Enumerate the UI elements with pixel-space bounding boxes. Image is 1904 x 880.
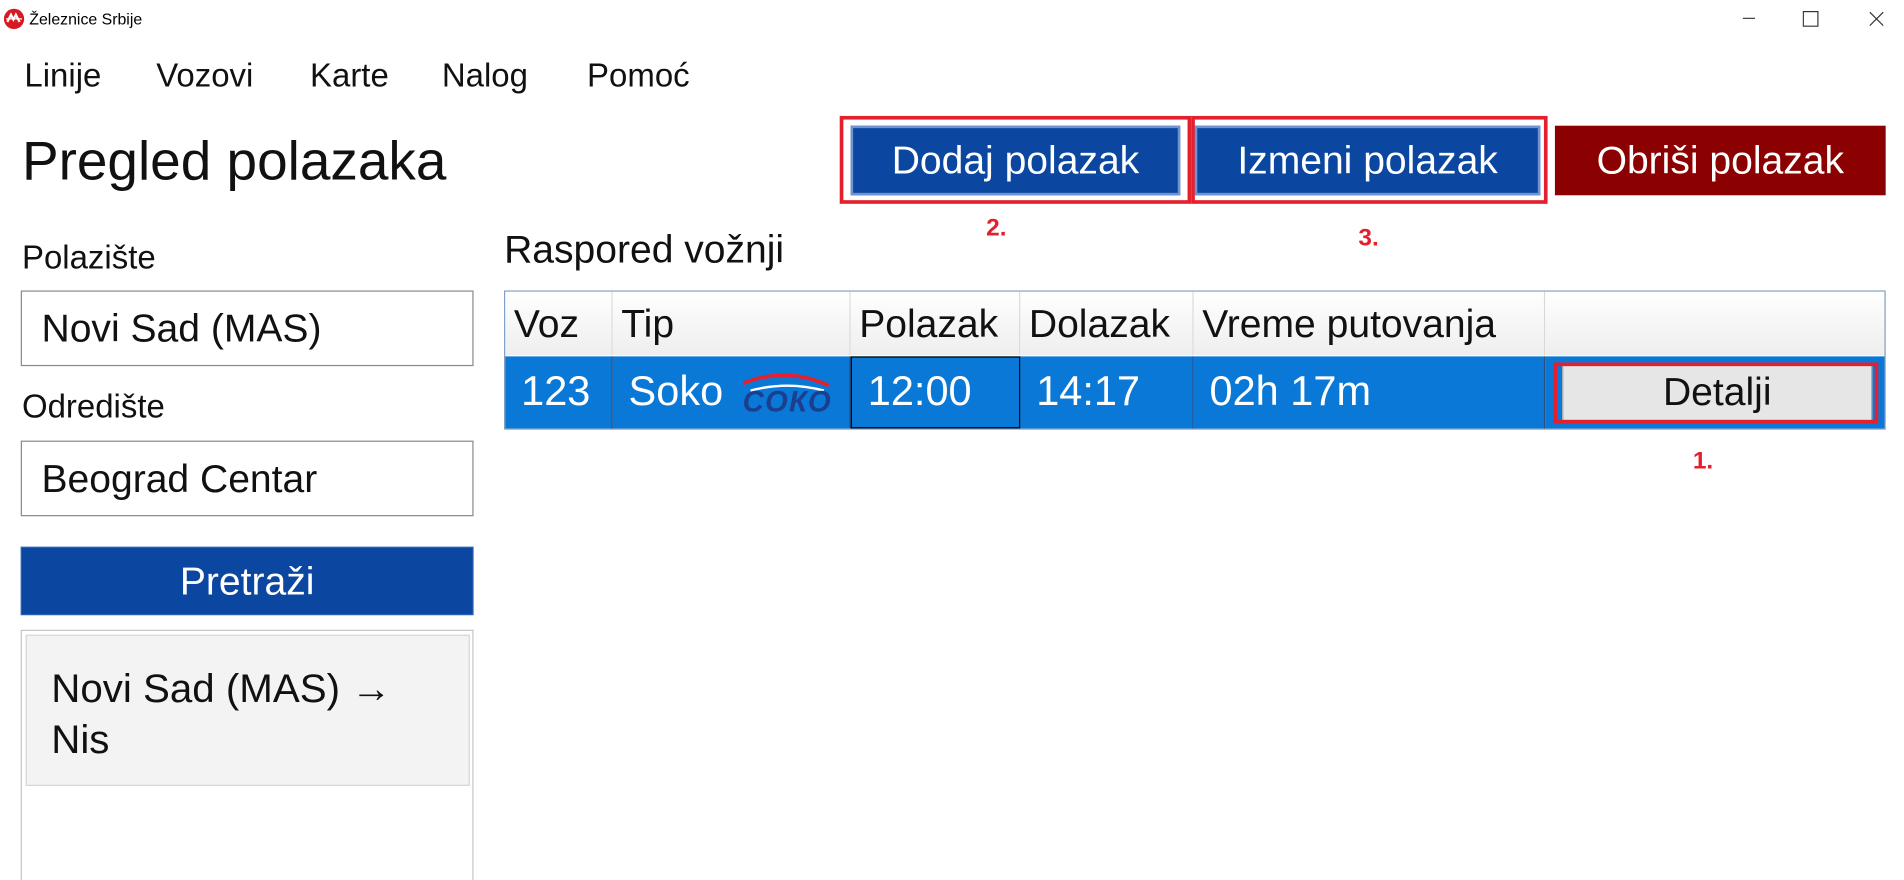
column-header-duration[interactable]: Vreme putovanja [1193, 291, 1546, 356]
destination-label: Odredište [21, 388, 165, 425]
cell-duration[interactable]: 02h 17m [1193, 356, 1546, 429]
train-type-text: Soko [628, 368, 724, 415]
cell-departure[interactable]: 12:00 [850, 356, 1021, 429]
column-header-train[interactable]: Voz [505, 291, 613, 356]
menu-item-pomoc[interactable]: Pomoć [587, 57, 690, 95]
annotation-number-3: 3. [1358, 224, 1379, 252]
close-icon[interactable] [1848, 0, 1904, 37]
soko-logo-text: СОКО [742, 385, 832, 419]
column-header-arrival[interactable]: Dolazak [1020, 291, 1194, 356]
menu-item-karte[interactable]: Karte [310, 57, 389, 95]
schedule-title: Raspored vožnji [504, 227, 785, 271]
cell-train[interactable]: 123 [505, 356, 613, 429]
maximize-icon[interactable] [1782, 0, 1838, 37]
cell-type[interactable]: Soko СОКО [612, 356, 851, 429]
soko-logo-icon: СОКО [738, 366, 831, 420]
route-list: Novi Sad (MAS) → Nis [20, 629, 474, 880]
minimize-icon[interactable] [1721, 0, 1777, 37]
destination-field[interactable]: Beograd Centar [20, 440, 474, 517]
search-button[interactable]: Pretraži [20, 546, 474, 616]
annotation-number-2: 2. [986, 214, 1007, 242]
origin-label: Polazište [21, 239, 156, 276]
page-title: Pregled polazaka [21, 129, 447, 192]
menu-bar: Linije Vozovi Karte Nalog Pomoć [0, 49, 757, 110]
window-title: Železnice Srbije [29, 9, 143, 29]
add-departure-button[interactable]: Dodaj polazak [850, 125, 1181, 196]
column-header-type[interactable]: Tip [612, 291, 851, 356]
title-bar: Železnice Srbije [0, 0, 1904, 37]
cell-arrival[interactable]: 14:17 [1020, 356, 1194, 429]
edit-departure-button[interactable]: Izmeni polazak [1194, 125, 1541, 196]
column-header-departure[interactable]: Polazak [850, 291, 1021, 356]
route-list-item[interactable]: Novi Sad (MAS) → Nis [25, 634, 470, 787]
menu-item-nalog[interactable]: Nalog [442, 57, 528, 95]
column-header-actions [1545, 291, 1885, 356]
zs-railway-logo-icon [3, 8, 25, 30]
annotation-number-1: 1. [1692, 447, 1714, 475]
delete-departure-button[interactable]: Obriši polazak [1554, 125, 1886, 196]
menu-item-linije[interactable]: Linije [24, 57, 101, 95]
origin-field[interactable]: Novi Sad (MAS) [20, 290, 474, 367]
annotation-box-details [1553, 362, 1879, 424]
menu-item-vozovi[interactable]: Vozovi [156, 57, 253, 95]
